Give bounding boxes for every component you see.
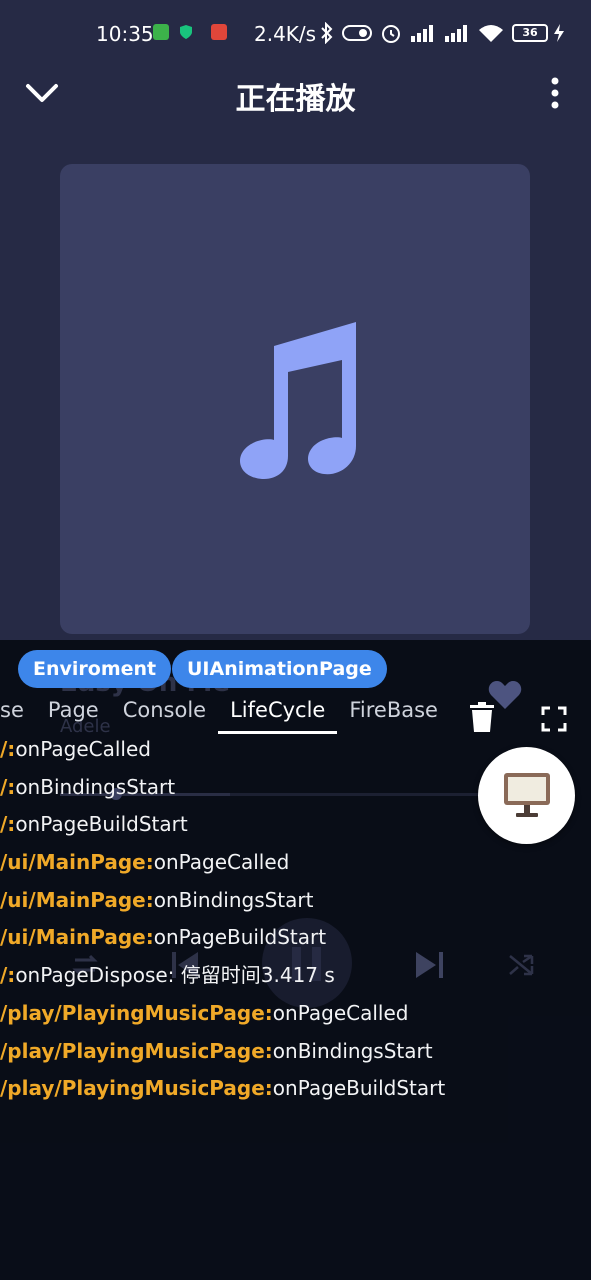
log-route: /play/PlayingMusicPage: (0, 1076, 273, 1101)
log-row: /ui/MainPage:onPageCalled (0, 847, 591, 885)
page-title: 正在播放 (235, 82, 356, 117)
music-note-icon (240, 322, 356, 480)
log-message: onBindingsStart (272, 1038, 433, 1063)
notification-icons (153, 24, 227, 40)
log-row: /play/PlayingMusicPage:onPageBuildStart (0, 1073, 591, 1111)
shield-icon (180, 25, 192, 39)
log-message: onPageCalled (15, 737, 151, 761)
trash-icon[interactable] (470, 702, 494, 732)
bluetooth-icon (321, 22, 333, 44)
signal-icon (411, 25, 433, 42)
log-message: onPageCalled (153, 850, 290, 875)
log-message: onPageDispose: 停留时间3.417 s (15, 963, 335, 988)
log-row: /play/PlayingMusicPage:onBindingsStart (0, 1036, 591, 1074)
tab-page[interactable]: Page (36, 694, 111, 734)
alarm-icon (382, 25, 400, 43)
log-route: /ui/MainPage: (0, 925, 154, 950)
app-header: 正在播放 (0, 48, 591, 138)
fullscreen-icon[interactable] (541, 706, 567, 732)
tab-lifecycle[interactable]: LifeCycle (218, 694, 338, 734)
tab-truncated[interactable]: se (0, 694, 36, 734)
charging-icon (554, 24, 564, 42)
log-route: /: (0, 963, 16, 988)
log-route: /: (0, 774, 16, 799)
status-bar: 10:35 2.4K/s 36 (0, 0, 591, 48)
status-time: 10:35 (96, 22, 154, 46)
monitor-icon (504, 773, 550, 817)
log-message: onBindingsStart (153, 887, 314, 912)
log-message: onPageCalled (272, 1000, 409, 1025)
log-row: /ui/MainPage:onPageBuildStart (0, 922, 591, 960)
log-route: /ui/MainPage: (0, 850, 154, 875)
debug-tabs: se Page Console LifeCycle FireBase (0, 694, 450, 734)
battery-indicator: 36 (512, 24, 548, 42)
signal-roaming-icon (445, 25, 467, 42)
tab-firebase[interactable]: FireBase (337, 694, 450, 734)
log-route: /: (0, 737, 16, 761)
toggle-icon (342, 25, 372, 41)
log-message: onPageBuildStart (272, 1076, 446, 1101)
log-row: /:onPageDispose: 停留时间3.417 s (0, 960, 591, 998)
log-route: /play/PlayingMusicPage: (0, 1038, 273, 1063)
log-message: onBindingsStart (15, 774, 176, 799)
log-route: /ui/MainPage: (0, 887, 154, 912)
system-icons (320, 22, 504, 44)
log-message: onPageBuildStart (15, 812, 188, 837)
chip-environment[interactable]: Enviroment (18, 650, 172, 688)
more-options-icon[interactable] (540, 76, 570, 110)
log-row: /ui/MainPage:onBindingsStart (0, 885, 591, 923)
app-notification-icon (211, 24, 227, 40)
tab-console[interactable]: Console (111, 694, 218, 734)
android-app-icon (153, 24, 169, 40)
floating-debug-button[interactable] (478, 747, 575, 844)
chip-ui-animation-page[interactable]: UIAnimationPage (172, 650, 387, 688)
log-message: onPageBuildStart (153, 925, 327, 950)
network-speed: 2.4K/s (254, 22, 317, 46)
log-row: /play/PlayingMusicPage:onPageCalled (0, 998, 591, 1036)
log-route: /play/PlayingMusicPage: (0, 1000, 273, 1025)
log-route: /: (0, 812, 16, 837)
wifi-icon (479, 25, 503, 42)
